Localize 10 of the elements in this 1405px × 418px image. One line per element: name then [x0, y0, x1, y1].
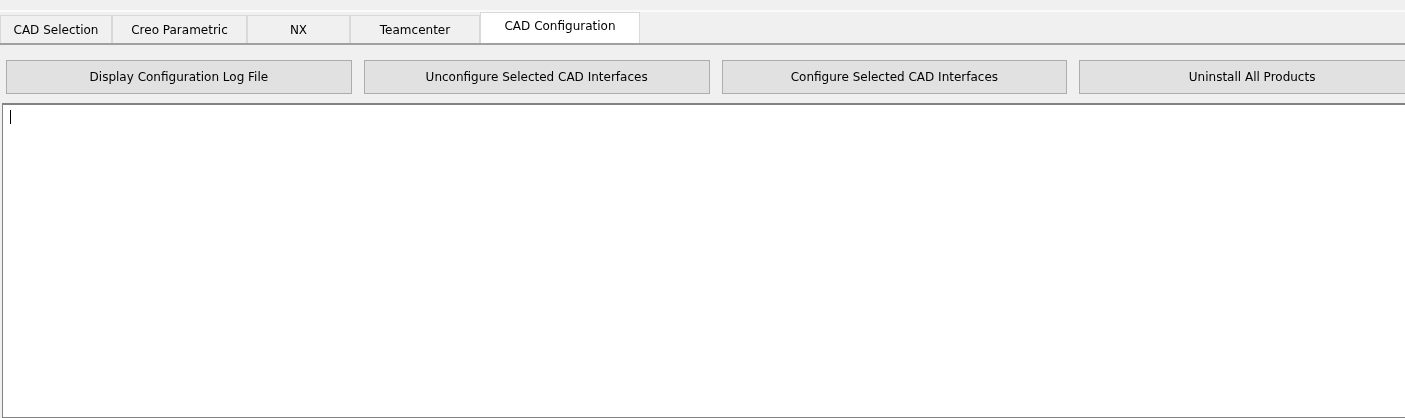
- tab[interactable]: CAD Selection: [0, 15, 112, 43]
- action-button[interactable]: Display Configuration Log File: [6, 60, 352, 94]
- tab[interactable]: CAD Configuration: [480, 12, 640, 43]
- action-button[interactable]: Configure Selected CAD Interfaces: [721, 60, 1068, 94]
- tab[interactable]: NX: [247, 15, 350, 43]
- action-button[interactable]: Uninstall All Products: [1079, 60, 1405, 94]
- log-text-area[interactable]: [2, 103, 1405, 418]
- tab[interactable]: Creo Parametric: [112, 15, 247, 43]
- tab[interactable]: Teamcenter: [350, 15, 480, 43]
- action-button[interactable]: Unconfigure Selected CAD Interfaces: [363, 60, 710, 94]
